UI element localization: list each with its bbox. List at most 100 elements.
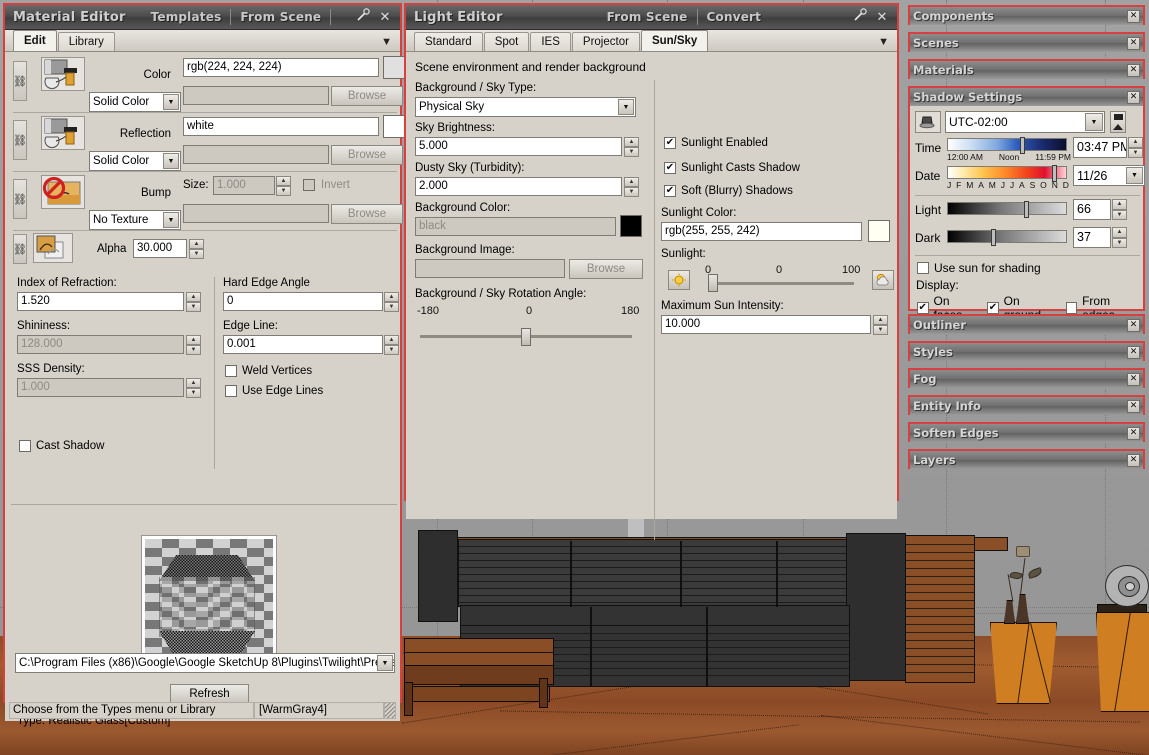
no-texture-icon[interactable] xyxy=(41,175,85,209)
stepper-down[interactable]: ▼ xyxy=(384,302,399,312)
dark-slider[interactable] xyxy=(947,229,1067,246)
background-image-browse-button[interactable]: Browse xyxy=(569,259,643,279)
light-editor-window[interactable]: Light Editor From Scene Convert ✕ Standa… xyxy=(404,3,899,540)
dark-slider-thumb[interactable] xyxy=(991,229,996,246)
chevron-down-icon[interactable]: ▼ xyxy=(163,94,179,110)
close-icon[interactable]: ✕ xyxy=(1127,90,1140,104)
panel-outliner[interactable]: Outliner ✕ xyxy=(908,314,1145,334)
convert-button[interactable]: Convert xyxy=(698,10,771,24)
color-swatch[interactable] xyxy=(383,56,405,79)
sunlight-color-input[interactable]: rgb(255, 255, 242) xyxy=(661,222,862,241)
time-stepper[interactable]: ▲ ▼ xyxy=(1128,137,1143,158)
chain-link-icon[interactable]: ⛓ xyxy=(13,234,27,264)
chevron-down-icon[interactable]: ▼ xyxy=(377,655,393,671)
stepper-down[interactable]: ▼ xyxy=(873,325,888,335)
light-slider[interactable] xyxy=(947,201,1067,218)
chain-link-icon[interactable]: ⛓ xyxy=(13,179,27,219)
stepper-up[interactable]: ▲ xyxy=(186,292,201,302)
bump-size-stepper[interactable]: ▲ ▼ xyxy=(276,176,291,196)
hard-edge-angle-input[interactable]: 0 xyxy=(223,292,383,311)
soften-edges-header[interactable]: Soften Edges ✕ xyxy=(910,424,1143,442)
hard-edge-angle-stepper[interactable]: ▲ ▼ xyxy=(384,292,399,312)
max-sun-intensity-stepper[interactable]: ▲ ▼ xyxy=(873,315,888,335)
on-faces-checkbox[interactable]: ✔ xyxy=(917,302,929,314)
panel-fog[interactable]: Fog ✕ xyxy=(908,368,1145,388)
reflection-type-combo[interactable]: Solid Color ▼ xyxy=(89,151,181,171)
stepper-down[interactable]: ▼ xyxy=(186,345,201,355)
stepper-up[interactable]: ▲ xyxy=(1112,199,1127,210)
slider-thumb[interactable] xyxy=(521,328,531,346)
light-editor-tabrow[interactable]: Standard Spot IES Projector Sun/Sky ▼ xyxy=(406,30,897,52)
soft-shadows-checkbox[interactable]: ✔ xyxy=(664,185,676,197)
show-shadows-icon[interactable] xyxy=(915,111,941,133)
material-editor-titlebar[interactable]: Material Editor Templates From Scene ✕ xyxy=(5,5,400,30)
time-slider[interactable] xyxy=(947,137,1067,154)
sky-brightness-input[interactable]: 5.000 xyxy=(415,137,622,156)
reflection-value-input[interactable]: white xyxy=(183,117,379,136)
chevron-down-icon[interactable]: ▼ xyxy=(381,36,392,48)
tab-spot[interactable]: Spot xyxy=(483,32,530,51)
light-editor-titlebar[interactable]: Light Editor From Scene Convert ✕ xyxy=(406,5,897,30)
light-stepper[interactable]: ▲ ▼ xyxy=(1112,199,1127,220)
vase-model[interactable] xyxy=(1002,546,1043,624)
chevron-down-icon[interactable]: ▼ xyxy=(1085,113,1103,131)
sunlight-color-swatch[interactable] xyxy=(868,220,890,242)
invert-checkbox[interactable] xyxy=(303,179,315,191)
close-icon[interactable]: ✕ xyxy=(1127,453,1140,467)
use-sun-for-shading-row[interactable]: Use sun for shading xyxy=(917,261,1041,275)
refresh-button[interactable]: Refresh xyxy=(170,684,249,704)
paint-bucket-brush-icon[interactable] xyxy=(41,116,85,150)
stepper-down[interactable]: ▼ xyxy=(276,186,291,196)
date-value-combo[interactable]: 11/26 ▼ xyxy=(1073,165,1145,186)
sun-icon[interactable] xyxy=(668,270,690,290)
expand-collapse-icon[interactable] xyxy=(1110,111,1126,133)
fog-header[interactable]: Fog ✕ xyxy=(910,370,1143,388)
panel-shadow-settings[interactable]: Shadow Settings ✕ UTC-02:00 ▼ Time 12:00… xyxy=(908,86,1145,322)
max-sun-intensity-input[interactable]: 10.000 xyxy=(661,315,871,334)
panel-styles[interactable]: Styles ✕ xyxy=(908,341,1145,361)
stepper-up[interactable]: ▲ xyxy=(1128,137,1143,148)
stepper-up[interactable]: ▲ xyxy=(1112,227,1127,238)
color-type-combo[interactable]: Solid Color ▼ xyxy=(89,92,181,112)
rotation-slider[interactable] xyxy=(420,328,632,346)
close-icon[interactable]: ✕ xyxy=(1127,36,1140,50)
cast-shadow-checkbox[interactable] xyxy=(19,440,31,452)
stepper-up[interactable]: ▲ xyxy=(186,335,201,345)
background-color-input[interactable]: black xyxy=(415,217,616,236)
alpha-stepper[interactable]: ▲ ▼ xyxy=(189,239,204,259)
from-edges-checkbox[interactable] xyxy=(1065,302,1078,314)
material-editor-window[interactable]: Material Editor Templates From Scene ✕ E… xyxy=(3,3,405,727)
stepper-down[interactable]: ▼ xyxy=(1128,147,1143,158)
use-edge-lines-row[interactable]: Use Edge Lines xyxy=(225,385,323,397)
paint-bucket-brush-icon[interactable] xyxy=(41,57,85,91)
sun-cloud-icon[interactable] xyxy=(872,270,894,290)
stepper-down[interactable]: ▼ xyxy=(1112,209,1127,220)
resize-grip[interactable] xyxy=(384,702,396,719)
bump-size-input[interactable]: 1.000 xyxy=(213,176,275,195)
tab-sun-sky[interactable]: Sun/Sky xyxy=(640,30,709,51)
stepper-down[interactable]: ▼ xyxy=(189,249,204,259)
alpha-input[interactable]: 30.000 xyxy=(133,239,187,258)
sky-brightness-stepper[interactable]: ▲ ▼ xyxy=(624,137,639,157)
from-scene-button[interactable]: From Scene xyxy=(598,10,697,24)
sky-type-combo[interactable]: Physical Sky ▼ xyxy=(415,97,636,117)
material-preview[interactable] xyxy=(141,535,277,667)
cast-shadow-row[interactable]: Cast Shadow xyxy=(19,440,104,452)
stepper-up[interactable]: ▲ xyxy=(873,315,888,325)
sunlight-casts-shadow-row[interactable]: ✔ Sunlight Casts Shadow xyxy=(664,162,800,174)
close-icon[interactable]: ✕ xyxy=(1127,399,1140,413)
stepper-up[interactable]: ▲ xyxy=(624,137,639,147)
color-texture-path[interactable] xyxy=(183,86,329,105)
alpha-texture-icon[interactable] xyxy=(33,233,73,263)
close-icon[interactable]: ✕ xyxy=(1127,345,1140,359)
shininess-stepper[interactable]: ▲ ▼ xyxy=(186,335,201,355)
eyedropper-icon[interactable] xyxy=(849,8,871,26)
ior-input[interactable]: 1.520 xyxy=(17,292,184,311)
ior-stepper[interactable]: ▲ ▼ xyxy=(186,292,201,312)
soft-shadows-row[interactable]: ✔ Soft (Blurry) Shadows xyxy=(664,185,793,197)
on-ground-checkbox[interactable]: ✔ xyxy=(987,302,999,314)
preview-path-combo[interactable]: C:\Program Files (x86)\Google\Google Ske… xyxy=(15,653,395,673)
coffee-table-model[interactable] xyxy=(404,638,594,730)
side-table-1[interactable] xyxy=(990,622,1057,704)
stepper-down[interactable]: ▼ xyxy=(624,187,639,197)
